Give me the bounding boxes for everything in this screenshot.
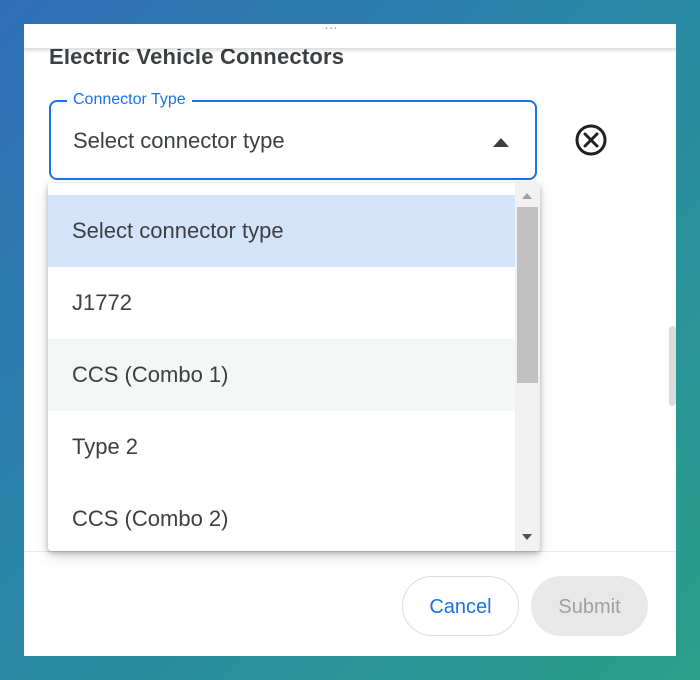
clipped-text: …: [324, 24, 338, 32]
dropdown-scrollbar[interactable]: [515, 183, 540, 551]
caret-up-icon: [493, 138, 509, 147]
dialog: … Electric Vehicle Connectors Connector …: [24, 24, 676, 656]
option-ccs-combo-2[interactable]: CCS (Combo 2): [48, 483, 515, 551]
option-ccs-combo-1[interactable]: CCS (Combo 1): [48, 339, 515, 411]
option-type-2[interactable]: Type 2: [48, 411, 515, 483]
connector-type-dropdown: Select connector type J1772 CCS (Combo 1…: [48, 183, 540, 551]
close-circle-icon: [575, 124, 607, 156]
scrolled-content-edge: …: [24, 24, 676, 49]
option-j1772[interactable]: J1772: [48, 267, 515, 339]
remove-connector-button[interactable]: [574, 123, 608, 157]
dialog-scrollbar-thumb[interactable]: [669, 326, 676, 406]
scrollbar-thumb[interactable]: [517, 207, 538, 383]
scroll-down-arrow-icon[interactable]: [522, 534, 532, 540]
submit-button[interactable]: Submit: [531, 576, 648, 636]
dialog-footer: Cancel Submit: [24, 551, 676, 656]
connector-type-value: Select connector type: [73, 128, 285, 153]
option-select-connector-type[interactable]: Select connector type: [48, 195, 515, 267]
connector-type-select[interactable]: Connector Type Select connector type: [49, 91, 537, 180]
cancel-button[interactable]: Cancel: [402, 576, 519, 636]
connector-type-label: Connector Type: [67, 91, 192, 109]
scroll-up-arrow-icon[interactable]: [522, 193, 532, 199]
